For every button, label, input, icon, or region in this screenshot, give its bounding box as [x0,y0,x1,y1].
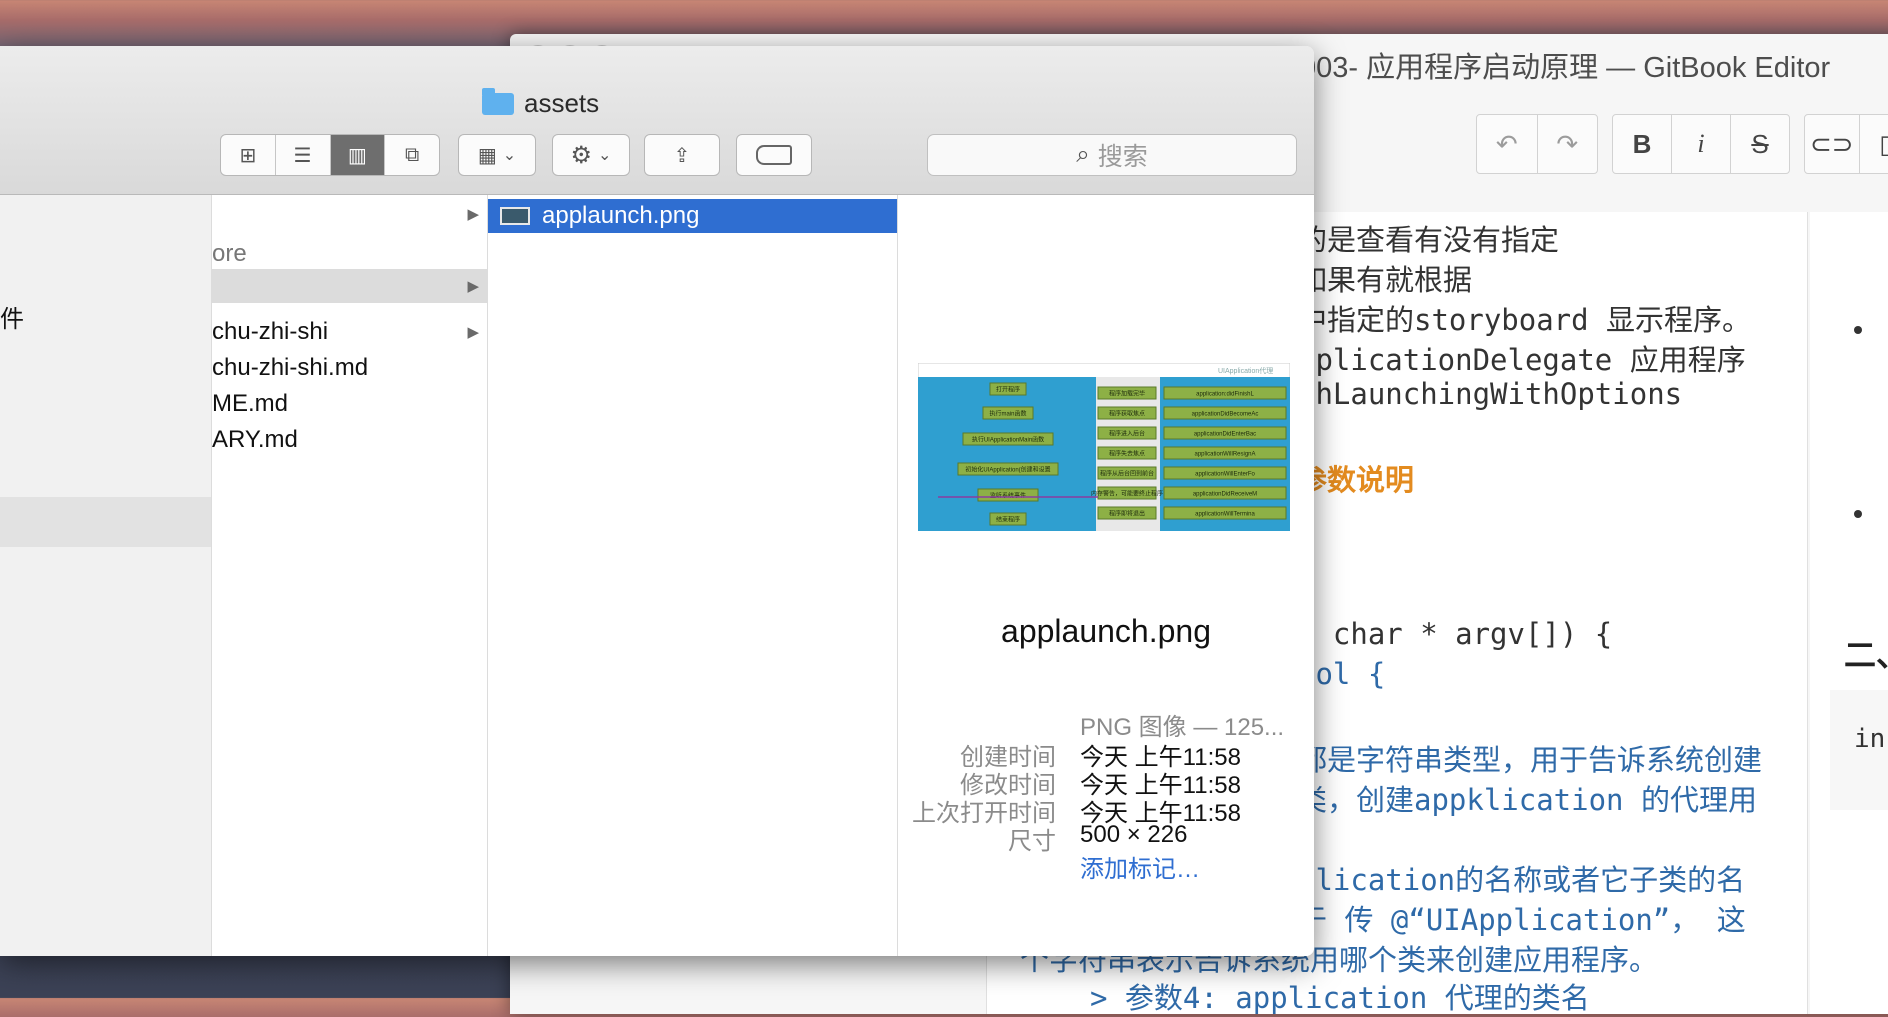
image-icon[interactable]: ▯ [1859,115,1888,173]
file-item-selected[interactable]: applaunch.png [488,199,897,233]
diagram-delegate-box-label: applicationDidReceiveM [1193,492,1257,498]
diagram-delegate-box-label: applicationWillEnterFo [1195,472,1255,478]
sidebar-selected-item[interactable] [0,497,211,547]
list-bullet [1854,510,1862,518]
finder-toolbar: assets ⊞ ☰ ▥ ⧉ ▦⌄ ⚙⌄ ⇪ ⌕ 搜索 [0,46,1314,195]
column-view-icon[interactable]: ▥ [330,135,385,175]
chevron-down-icon: ⌄ [503,145,516,165]
folder-name: assets [524,88,599,119]
share-icon: ⇪ [674,143,691,168]
preview-file-name: applaunch.png [898,613,1314,650]
finder-title: assets [482,88,599,119]
list-item[interactable]: ME.md [212,387,487,421]
diagram-event-box-label: 程序即将退出 [1109,510,1145,518]
list-item-selected[interactable]: ▶ [212,269,487,303]
diagram-event-box-label: 程序从后台回到前台 [1100,470,1154,478]
list-item[interactable]: ore [212,237,487,271]
diagram-step-box-label: 执行UIApplicationMain函数 [972,436,1044,444]
list-item[interactable]: ▶ [212,197,487,231]
diagram-step-box-label: 执行main函数 [989,410,1026,418]
gear-icon: ⚙ [571,141,593,170]
diagram-delegate-box-label: applicationWillTermina [1195,512,1255,518]
code-snippet: in [1854,724,1885,754]
insert-button-group: ⊂⊃ ▯ [1804,114,1888,174]
finder-preview-column: UIApplication代理 打开程序执行main函数执行UIApplicat… [898,195,1314,956]
diagram-event-box-label: 程序加载完毕 [1109,390,1145,398]
chevron-right-icon: ▶ [467,323,479,341]
diagram-delegate-box-label: applicationDidBecomeAc [1192,412,1259,418]
finder-column-assets: applaunch.png [488,195,898,956]
undo-icon[interactable]: ↶ [1477,115,1537,173]
sidebar-item-label: 件 [0,299,24,333]
search-placeholder: 搜索 [1098,137,1148,173]
image-preview: UIApplication代理 打开程序执行main函数执行UIApplicat… [918,363,1290,531]
gallery-view-icon[interactable]: ⧉ [384,135,439,175]
italic-button[interactable]: i [1671,115,1730,173]
list-bullet [1854,326,1862,334]
history-button-group: ↶ ↷ [1476,114,1598,174]
grid-icon: ▦ [478,143,497,168]
finder-window: assets ⊞ ☰ ▥ ⧉ ▦⌄ ⚙⌄ ⇪ ⌕ 搜索 件 [0,46,1314,956]
diagram-event-box-label: 程序进入后台 [1109,430,1145,438]
group-by-button[interactable]: ▦⌄ [458,134,536,176]
tag-icon [756,145,792,165]
diagram-delegate-box-label: application:didFinishL [1196,392,1254,398]
diagram-delegate-box-label: applicationDidEnterBac [1194,432,1256,438]
share-button[interactable]: ⇪ [644,134,720,176]
bold-button[interactable]: B [1613,115,1671,173]
search-field[interactable]: ⌕ 搜索 [927,134,1297,176]
diagram-title: UIApplication代理 [1218,366,1273,375]
add-tags-link[interactable]: 添加标记… [1080,849,1200,884]
diagram-step-box-label: 监听系统事件 [990,492,1026,500]
dimensions-label: 尺寸 [1008,821,1056,856]
diagram-event-box-label: 内存警告，可能要终止程序 [1091,490,1163,498]
finder-column-parent: ▶ ore ▶ chu-zhi-shi ▶ chu-zhi-shi.md ME.… [212,195,488,956]
list-item[interactable]: chu-zhi-shi.md [212,351,487,385]
strikethrough-button[interactable]: S [1730,115,1789,173]
chevron-right-icon: ▶ [467,205,479,223]
dimensions-value: 500 × 226 [1080,821,1187,849]
diagram-delegate-box-label: applicationWillResignA [1194,452,1255,458]
diagram-step-box-label: 初始化UIApplication(创建和设置 [965,466,1050,474]
diagram-step-box-label: 结束程序 [996,516,1020,524]
tag-button[interactable] [736,134,812,176]
icon-view-icon[interactable]: ⊞ [221,135,275,175]
format-button-group: B i S [1612,114,1790,174]
search-icon: ⌕ [1076,141,1089,169]
list-item[interactable]: ARY.md [212,423,487,457]
sidebar-item[interactable]: 件 [0,299,211,333]
list-item[interactable]: chu-zhi-shi ▶ [212,315,487,349]
section-heading: 二、 [1844,630,1888,676]
action-button[interactable]: ⚙⌄ [552,134,630,176]
diagram-event-box-label: 程序获取焦点 [1109,410,1145,418]
finder-sidebar: 件 [0,195,212,956]
window-title: 003- 应用程序启动原理 — GitBook Editor [1300,44,1830,86]
redo-icon[interactable]: ↷ [1537,115,1598,173]
diagram-step-box-label: 打开程序 [996,386,1020,394]
link-icon[interactable]: ⊂⊃ [1805,115,1859,173]
diagram-event-box-label: 程序失去焦点 [1109,450,1145,458]
view-mode-switcher: ⊞ ☰ ▥ ⧉ [220,134,440,176]
image-file-icon [500,207,530,225]
chevron-down-icon: ⌄ [598,145,611,165]
folder-icon [482,93,514,115]
chevron-right-icon: ▶ [467,277,479,295]
preview-pane: 二、 in [1810,212,1888,1014]
list-view-icon[interactable]: ☰ [275,135,330,175]
